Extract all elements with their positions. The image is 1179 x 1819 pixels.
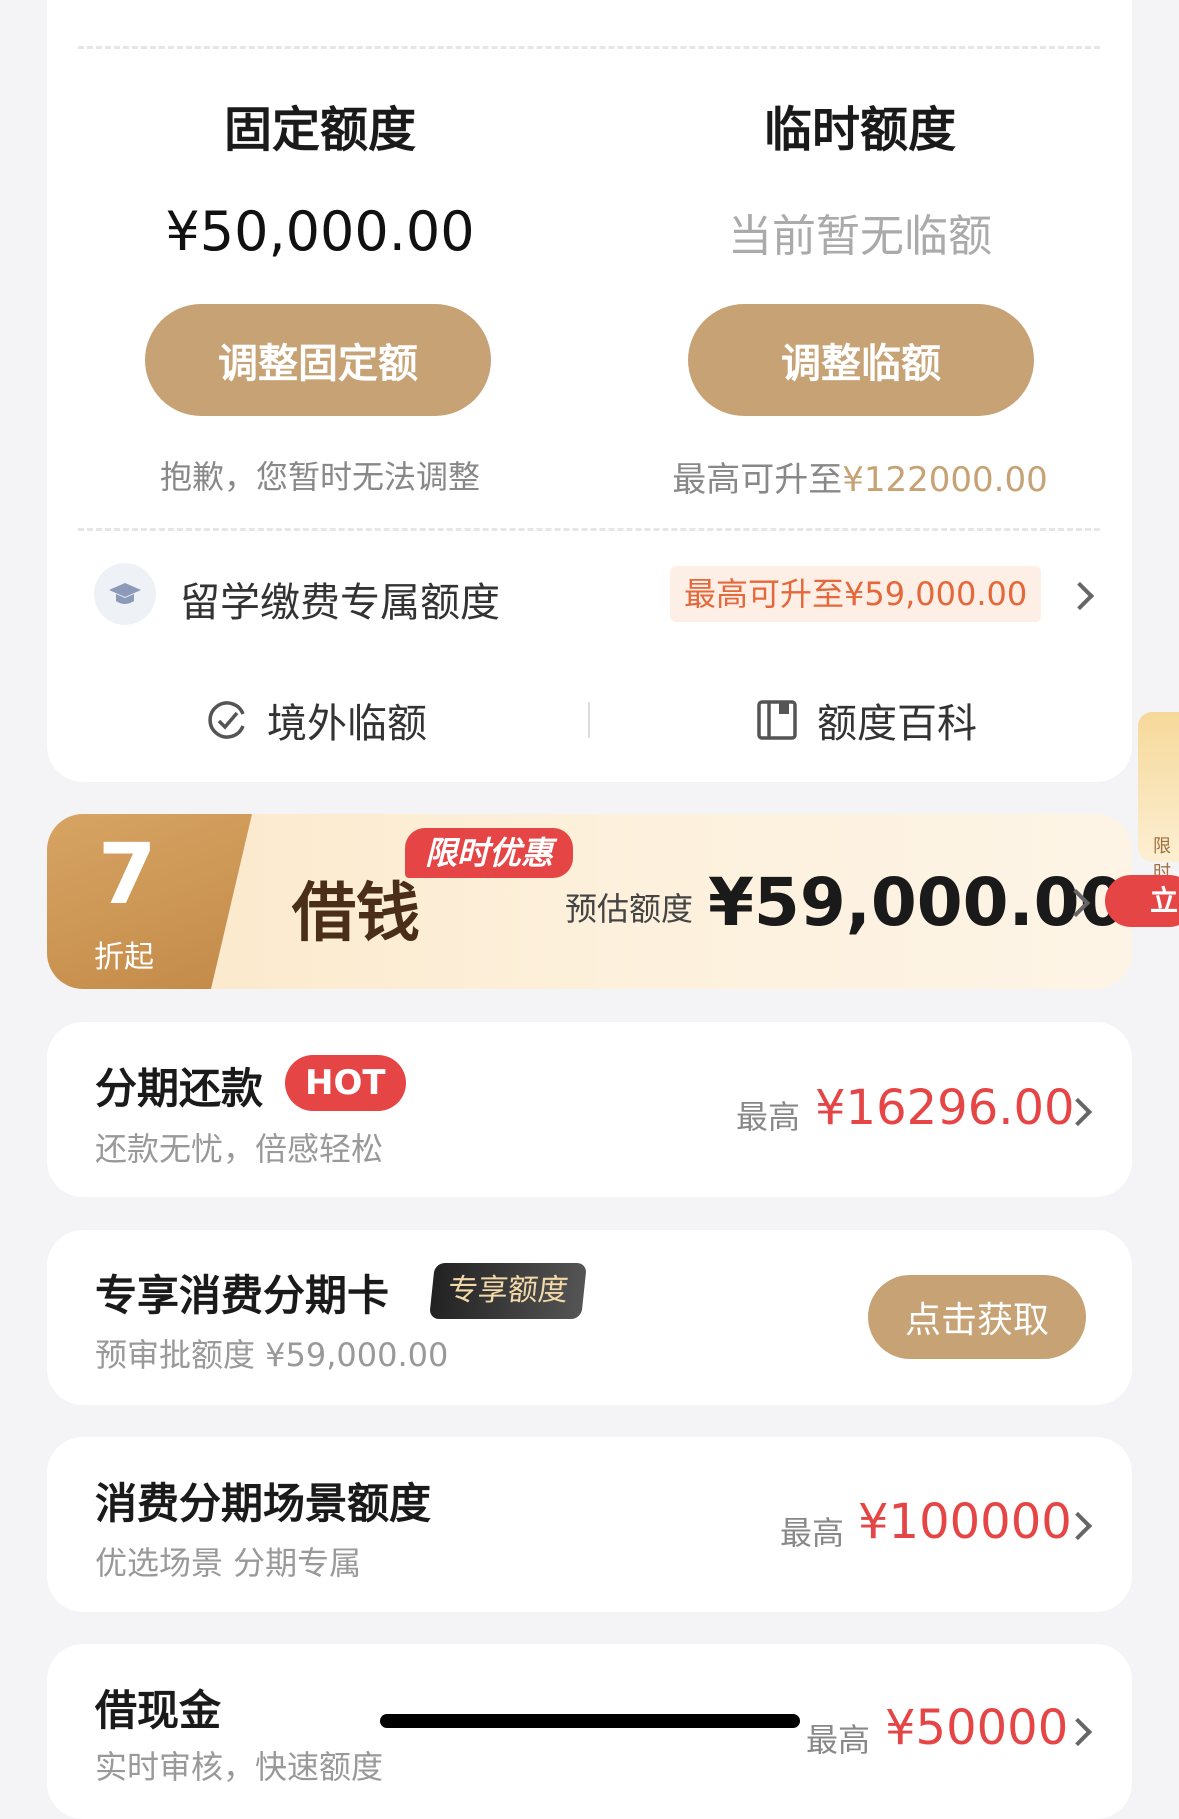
study-label: 留学缴费专属额度	[180, 580, 500, 626]
cash-subtitle: 实时审核，快速额度	[95, 1748, 384, 1786]
overseas-label: 境外临额	[267, 701, 427, 747]
study-badge: 最高可升至¥59,000.00	[670, 566, 1042, 622]
book-icon	[755, 698, 799, 742]
fixed-quota-title: 固定额度	[223, 102, 416, 158]
top-divider	[78, 46, 1100, 49]
discount-text: 折起	[94, 940, 154, 975]
exclusive-subtitle: 预审批额度 ¥59,000.00	[95, 1336, 449, 1374]
side-float-button[interactable]: 立	[1105, 875, 1179, 927]
adjust-fixed-button[interactable]: 调整固定额	[145, 304, 491, 416]
installment-max-value: ¥16296.00	[815, 1080, 1075, 1136]
graduation-cap-icon	[94, 563, 156, 625]
temp-quota-title: 临时额度	[763, 102, 956, 158]
fixed-quota-amount: ¥50,000.00	[165, 200, 475, 263]
loan-title: 借钱	[292, 876, 420, 951]
cash-max-value: ¥50000	[885, 1700, 1069, 1756]
scene-max-value: ¥100000	[858, 1494, 1072, 1550]
cash-title: 借现金	[95, 1686, 222, 1735]
installment-title: 分期还款	[95, 1064, 264, 1113]
hot-badge: HOT	[285, 1055, 406, 1111]
encyclopedia-label: 额度百科	[817, 701, 977, 747]
adjust-temp-button[interactable]: 调整临额	[688, 304, 1034, 416]
installment-max-label: 最高	[736, 1098, 801, 1136]
scene-title: 消费分期场景额度	[95, 1479, 432, 1528]
links-separator	[588, 702, 590, 738]
installment-subtitle: 还款无忧，倍感轻松	[95, 1130, 384, 1168]
mid-divider	[78, 528, 1100, 531]
temp-quota-amount: 当前暂无临额	[728, 211, 992, 262]
cash-max-label: 最高	[806, 1721, 871, 1759]
temp-note-prefix: 最高可升至	[672, 460, 843, 500]
scene-max-label: 最高	[780, 1514, 845, 1552]
fixed-quota-note: 抱歉，您暂时无法调整	[159, 458, 480, 496]
refresh-check-icon	[205, 698, 249, 742]
temp-quota-note: 最高可升至¥122000.00	[640, 452, 1080, 501]
temp-note-value: ¥122000.00	[842, 460, 1048, 500]
overseas-link[interactable]: 境外临额	[205, 690, 455, 750]
exclusive-title: 专享消费分期卡	[95, 1271, 390, 1320]
get-card-button[interactable]: 点击获取	[868, 1275, 1086, 1359]
limited-offer-tag: 限时优惠	[405, 828, 574, 878]
scene-subtitle: 优选场景 分期专属	[95, 1544, 362, 1582]
discount-number: 7	[98, 825, 157, 923]
home-indicator[interactable]	[380, 1714, 800, 1728]
encyclopedia-link[interactable]: 额度百科	[755, 690, 1005, 750]
exclusive-badge: 专享额度	[429, 1263, 587, 1319]
estimate-label: 预估额度	[565, 890, 694, 928]
